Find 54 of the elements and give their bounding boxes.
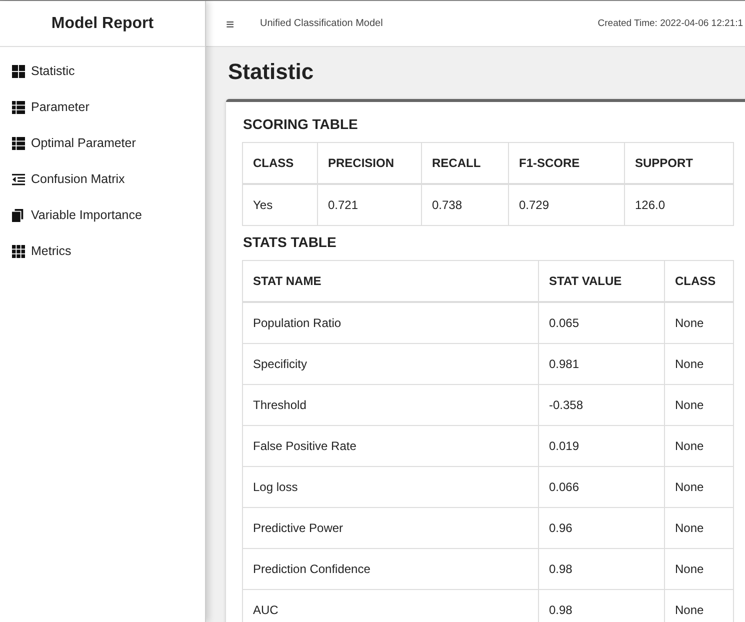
table-cell: 126.0	[624, 184, 734, 226]
section-title: STATS TABLE	[243, 234, 338, 250]
table-cell: -0.358	[538, 384, 664, 426]
table-cell: 0.96	[538, 508, 664, 548]
column-header: SUPPORT	[624, 142, 734, 184]
table-cell: Population Ratio	[242, 302, 538, 344]
sidebar-title: Model Report	[0, 1, 205, 47]
grid-icon	[12, 64, 25, 78]
column-header: STAT VALUE	[538, 260, 664, 302]
table-cell: None	[664, 548, 734, 590]
table-cell: Yes	[242, 184, 318, 226]
created-time: Created Time: 2022-04-06 12:21:1	[598, 18, 743, 29]
table-cell: Threshold	[242, 384, 538, 426]
table-cell: None	[664, 426, 734, 466]
page-title: Statistic	[228, 59, 315, 85]
table-cell: None	[664, 344, 734, 384]
sidebar-item[interactable]: Confusion Matrix	[0, 161, 205, 197]
sidebar-item[interactable]: Metrics	[0, 233, 205, 269]
table-cell: 0.721	[318, 184, 422, 226]
sidebar-item[interactable]: Parameter	[0, 89, 205, 125]
list-icon	[12, 100, 25, 114]
documents-icon	[12, 208, 25, 222]
table-cell: Prediction Confidence	[242, 548, 538, 590]
indent-icon	[12, 172, 25, 186]
list-icon	[12, 136, 25, 150]
table-cell: Specificity	[242, 344, 538, 384]
column-header: RECALL	[422, 142, 508, 184]
table-cell: None	[664, 508, 734, 548]
grid-icon	[12, 244, 25, 258]
table-cell: None	[664, 466, 734, 508]
section-title: SCORING TABLE	[243, 116, 359, 132]
table-cell: 0.066	[538, 466, 664, 508]
table-cell: 0.729	[508, 184, 624, 226]
column-header: F1-SCORE	[508, 142, 624, 184]
sidebar-item[interactable]: Optimal Parameter	[0, 125, 205, 161]
table-cell: 0.981	[538, 344, 664, 384]
table-cell: 0.019	[538, 426, 664, 466]
table-cell: False Positive Rate	[242, 426, 538, 466]
table-cell: Log loss	[242, 466, 538, 508]
model-name: Unified Classification Model	[259, 18, 384, 29]
table-cell: AUC	[242, 590, 538, 622]
column-header: PRECISION	[318, 142, 422, 184]
menu-button[interactable]: ≡	[206, 16, 246, 32]
sidebar-item[interactable]: Variable Importance	[0, 197, 205, 233]
table-cell: 0.738	[422, 184, 508, 226]
table-cell: None	[664, 302, 734, 344]
column-header: STAT NAME	[242, 260, 538, 302]
table-cell: None	[664, 384, 734, 426]
column-header: CLASS	[242, 142, 318, 184]
table-cell: 0.98	[538, 548, 664, 590]
column-header: CLASS	[664, 260, 734, 302]
table-cell: 0.065	[538, 302, 664, 344]
table-cell: Predictive Power	[242, 508, 538, 548]
sidebar-item[interactable]: Statistic	[0, 53, 205, 89]
